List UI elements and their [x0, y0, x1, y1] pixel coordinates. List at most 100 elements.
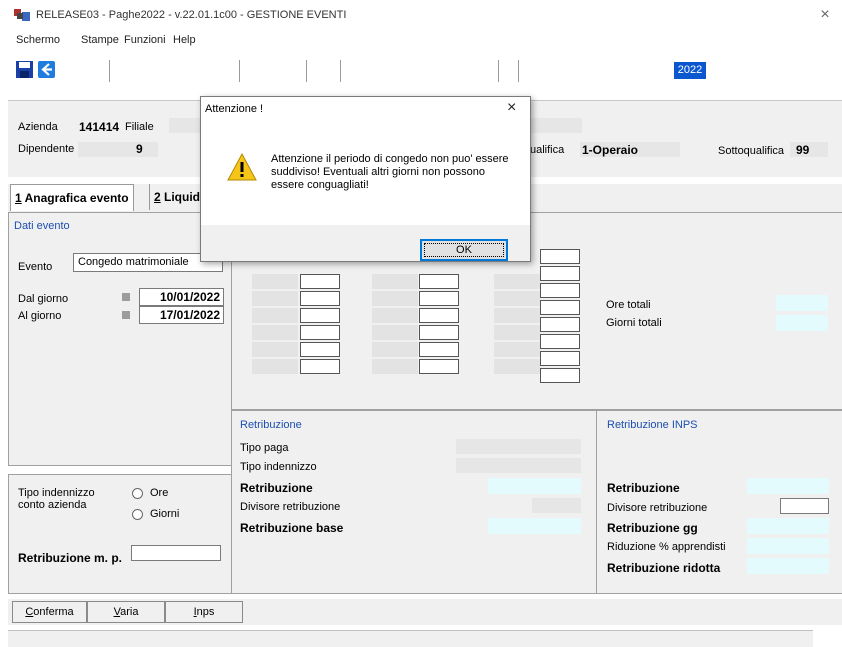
grid-cell[interactable] — [300, 274, 340, 289]
toolbar-separator — [498, 60, 499, 82]
calendar-icon[interactable] — [122, 311, 130, 319]
grid-cell[interactable] — [300, 308, 340, 323]
tab-hotkey: 1 — [15, 191, 22, 205]
grid-cell[interactable] — [419, 274, 459, 289]
grid-gray-cell — [372, 308, 418, 323]
window-title: RELEASE03 - Paghe2022 - v.22.01.1c00 - G… — [36, 9, 347, 21]
grid-cell[interactable] — [419, 325, 459, 340]
inps-retribuzione-label: Retribuzione — [607, 481, 680, 495]
focus-ring — [424, 243, 504, 257]
grid-gray-cell — [252, 274, 298, 289]
grid-gray-cell — [372, 274, 418, 289]
dal-giorno-field[interactable]: 10/01/2022 — [139, 288, 224, 306]
inps-retribuzione-ridotta-label: Retribuzione ridotta — [607, 561, 721, 575]
grid-gray-cell — [252, 308, 298, 323]
radio-ore[interactable] — [132, 488, 143, 499]
retribuzione-mp-input[interactable] — [131, 545, 221, 561]
grid-cell[interactable] — [540, 300, 580, 315]
divisore-label: Divisore retribuzione — [240, 501, 341, 513]
grid-cell[interactable] — [540, 283, 580, 298]
qualifica-value: 1-Operaio — [582, 143, 639, 157]
azienda-value: 141414 — [79, 120, 120, 134]
grid-gray-cell — [252, 359, 298, 374]
tipo-paga-field — [456, 439, 581, 454]
menu-stampe[interactable]: Stampe — [81, 34, 119, 46]
grid-gray-cell — [372, 342, 418, 357]
conferma-button[interactable]: Conferma — [12, 601, 87, 623]
dialog-close-button[interactable]: × — [507, 99, 516, 117]
tipo-indennizzo-panel: Tipo indennizzo conto azienda Ore Giorni… — [8, 474, 232, 594]
divisore-field — [532, 498, 581, 513]
grid-cell[interactable] — [300, 291, 340, 306]
giorni-totali-label: Giorni totali — [606, 317, 662, 329]
toolbar-separator — [340, 60, 341, 82]
grid-gray-cell — [372, 291, 418, 306]
grid-gray-cell — [494, 325, 540, 340]
tipo-indennizzo-label: Tipo indennizzo — [18, 487, 95, 499]
menu-help[interactable]: Help — [173, 34, 196, 46]
toolbar-separator — [109, 60, 110, 82]
toolbar — [0, 52, 842, 86]
dati-evento-title: Dati evento — [14, 220, 70, 232]
ok-button[interactable]: OK — [420, 239, 508, 261]
filiale-label: Filiale — [125, 121, 154, 133]
sottoqualifica-value: 99 — [796, 143, 810, 157]
grid-cell[interactable] — [419, 342, 459, 357]
back-arrow-icon[interactable] — [38, 61, 55, 78]
tipo-indennizzo-retrib-label: Tipo indennizzo — [240, 461, 317, 473]
radio-giorni[interactable] — [132, 509, 143, 520]
toolbar-separator — [239, 60, 240, 82]
retribuzione-inps-title: Retribuzione INPS — [607, 419, 698, 431]
menu-funzioni[interactable]: Funzioni — [124, 34, 166, 46]
inps-button[interactable]: Inps — [165, 601, 243, 623]
dal-giorno-label: Dal giorno — [18, 293, 69, 305]
calendar-icon[interactable] — [122, 293, 130, 301]
toolbar-separator — [518, 60, 519, 82]
warning-icon — [227, 153, 257, 181]
retribuzione-title: Retribuzione — [240, 419, 302, 431]
grid-gray-cell — [252, 342, 298, 357]
grid-cell[interactable] — [300, 325, 340, 340]
grid-cell[interactable] — [419, 359, 459, 374]
grid-gray-cell — [494, 359, 540, 374]
status-bar — [8, 630, 813, 647]
grid-gray-cell — [252, 325, 298, 340]
tab-hotkey: 2 — [154, 190, 161, 204]
grid-cell[interactable] — [419, 291, 459, 306]
inps-divisore-input[interactable] — [780, 498, 829, 514]
grid-cell[interactable] — [540, 368, 580, 383]
inps-riduzione-field — [747, 538, 829, 554]
tipo-paga-label: Tipo paga — [240, 442, 289, 454]
inps-retribuzione-ridotta-field — [747, 558, 829, 574]
action-bar: Conferma Varia Inps — [8, 599, 842, 625]
grid-cell[interactable] — [540, 351, 580, 366]
menu-bar: Schermo Stampe Funzioni Help — [0, 30, 842, 52]
inps-riduzione-label: Riduzione % apprendisti — [607, 541, 726, 553]
grid-gray-cell — [494, 342, 540, 357]
radio-ore-label: Ore — [150, 487, 169, 499]
save-icon[interactable] — [16, 61, 33, 78]
tab-liquidazione[interactable]: 2 Liquid — [149, 184, 204, 210]
varia-button[interactable]: Varia — [87, 601, 165, 623]
grid-cell[interactable] — [419, 308, 459, 323]
grid-gray-cell — [372, 359, 418, 374]
window-close-button[interactable]: × — [816, 6, 834, 24]
grid-gray-cell — [372, 325, 418, 340]
grid-cell[interactable] — [540, 334, 580, 349]
grid-cell[interactable] — [300, 342, 340, 357]
al-giorno-label: Al giorno — [18, 310, 62, 322]
inps-retribuzione-gg-field — [747, 518, 829, 534]
dipendente-value: 9 — [136, 142, 143, 156]
sottoqualifica-label: Sottoqualifica — [718, 145, 785, 157]
grid-cell[interactable] — [540, 249, 580, 264]
giorni-totali-field — [776, 315, 828, 331]
grid-cell[interactable] — [540, 266, 580, 281]
grid-cell[interactable] — [300, 359, 340, 374]
dialog-title: Attenzione ! — [205, 103, 264, 115]
grid-cell[interactable] — [540, 317, 580, 332]
tab-anagrafica-evento[interactable]: 1 Anagrafica evento — [10, 184, 134, 211]
grid-gray-cell — [494, 274, 540, 289]
al-giorno-field[interactable]: 17/01/2022 — [139, 306, 224, 324]
menu-schermo[interactable]: Schermo — [16, 34, 60, 46]
inps-retribuzione-field — [747, 478, 829, 494]
